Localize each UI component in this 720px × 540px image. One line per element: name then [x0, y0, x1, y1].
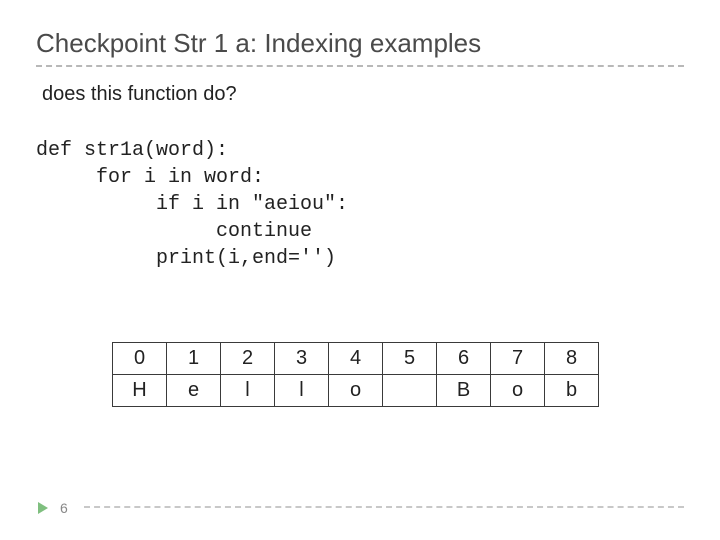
- table-cell: [383, 375, 437, 407]
- table-cell: l: [275, 375, 329, 407]
- slide-footer: 6: [36, 500, 68, 516]
- code-line-3: if i in "aeiou":: [36, 193, 348, 216]
- table-cell: 1: [167, 343, 221, 375]
- code-line-1: def str1a(word):: [36, 139, 228, 162]
- code-line-4: continue: [36, 220, 312, 243]
- table-cell: B: [437, 375, 491, 407]
- index-table: 0 1 2 3 4 5 6 7 8 H e l l o B o b: [112, 342, 599, 407]
- slide-title: Checkpoint Str 1 a: Indexing examples: [36, 28, 684, 67]
- table-cell: H: [113, 375, 167, 407]
- slide: Checkpoint Str 1 a: Indexing examples do…: [0, 0, 720, 540]
- table-cell: 7: [491, 343, 545, 375]
- table-cell: l: [221, 375, 275, 407]
- question-text: does this function do?: [42, 81, 684, 108]
- table-cell: 8: [545, 343, 599, 375]
- footer-divider: [84, 506, 684, 508]
- table-cell: 4: [329, 343, 383, 375]
- code-block: def str1a(word): for i in word: if i in …: [36, 110, 684, 272]
- table-row: H e l l o B o b: [113, 375, 599, 407]
- table-cell: 0: [113, 343, 167, 375]
- table-cell: 5: [383, 343, 437, 375]
- index-table-wrap: 0 1 2 3 4 5 6 7 8 H e l l o B o b: [112, 342, 684, 407]
- table-row: 0 1 2 3 4 5 6 7 8: [113, 343, 599, 375]
- table-cell: b: [545, 375, 599, 407]
- table-cell: 3: [275, 343, 329, 375]
- table-cell: e: [167, 375, 221, 407]
- code-line-2: for i in word:: [36, 166, 264, 189]
- page-number: 6: [60, 500, 68, 516]
- table-cell: o: [329, 375, 383, 407]
- table-cell: o: [491, 375, 545, 407]
- play-icon: [36, 501, 50, 515]
- table-cell: 2: [221, 343, 275, 375]
- table-cell: 6: [437, 343, 491, 375]
- code-line-5: print(i,end=''): [36, 247, 336, 270]
